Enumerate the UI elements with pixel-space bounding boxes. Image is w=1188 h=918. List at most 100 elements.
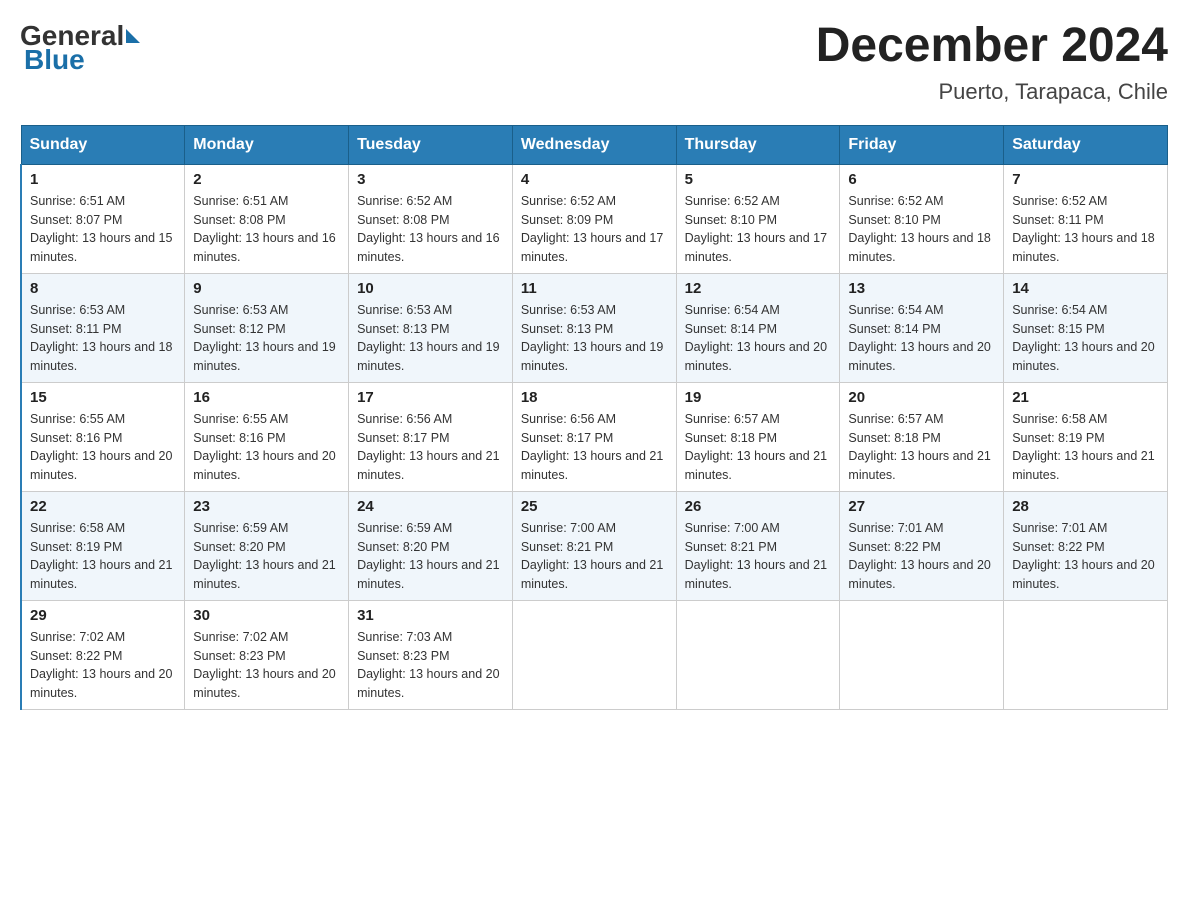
day-number: 25 (521, 498, 668, 515)
day-number: 31 (357, 607, 504, 624)
calendar-cell: 9 Sunrise: 6:53 AMSunset: 8:12 PMDayligh… (185, 273, 349, 382)
col-header-sunday: Sunday (21, 125, 185, 164)
day-info: Sunrise: 6:51 AMSunset: 8:08 PMDaylight:… (193, 192, 340, 267)
day-info: Sunrise: 6:52 AMSunset: 8:09 PMDaylight:… (521, 192, 668, 267)
day-number: 10 (357, 280, 504, 297)
day-info: Sunrise: 6:53 AMSunset: 8:11 PMDaylight:… (30, 301, 176, 376)
title-area: December 2024 Puerto, Tarapaca, Chile (816, 20, 1168, 105)
calendar-cell: 12 Sunrise: 6:54 AMSunset: 8:14 PMDaylig… (676, 273, 840, 382)
calendar-week-row: 29 Sunrise: 7:02 AMSunset: 8:22 PMDaylig… (21, 600, 1168, 709)
calendar-cell: 23 Sunrise: 6:59 AMSunset: 8:20 PMDaylig… (185, 491, 349, 600)
calendar-cell: 4 Sunrise: 6:52 AMSunset: 8:09 PMDayligh… (512, 164, 676, 273)
calendar-cell: 11 Sunrise: 6:53 AMSunset: 8:13 PMDaylig… (512, 273, 676, 382)
calendar-cell (1004, 600, 1168, 709)
calendar-cell: 22 Sunrise: 6:58 AMSunset: 8:19 PMDaylig… (21, 491, 185, 600)
day-info: Sunrise: 6:53 AMSunset: 8:13 PMDaylight:… (521, 301, 668, 376)
day-number: 3 (357, 171, 504, 188)
day-info: Sunrise: 6:59 AMSunset: 8:20 PMDaylight:… (193, 519, 340, 594)
calendar-cell: 13 Sunrise: 6:54 AMSunset: 8:14 PMDaylig… (840, 273, 1004, 382)
day-number: 12 (685, 280, 832, 297)
calendar-cell: 18 Sunrise: 6:56 AMSunset: 8:17 PMDaylig… (512, 382, 676, 491)
calendar-cell: 5 Sunrise: 6:52 AMSunset: 8:10 PMDayligh… (676, 164, 840, 273)
calendar-cell: 14 Sunrise: 6:54 AMSunset: 8:15 PMDaylig… (1004, 273, 1168, 382)
day-number: 4 (521, 171, 668, 188)
day-number: 6 (848, 171, 995, 188)
calendar-header-row: SundayMondayTuesdayWednesdayThursdayFrid… (21, 125, 1168, 164)
calendar-cell: 29 Sunrise: 7:02 AMSunset: 8:22 PMDaylig… (21, 600, 185, 709)
col-header-saturday: Saturday (1004, 125, 1168, 164)
day-number: 17 (357, 389, 504, 406)
day-info: Sunrise: 7:01 AMSunset: 8:22 PMDaylight:… (1012, 519, 1159, 594)
col-header-wednesday: Wednesday (512, 125, 676, 164)
day-info: Sunrise: 6:55 AMSunset: 8:16 PMDaylight:… (193, 410, 340, 485)
day-number: 2 (193, 171, 340, 188)
calendar-cell: 24 Sunrise: 6:59 AMSunset: 8:20 PMDaylig… (349, 491, 513, 600)
calendar-cell: 16 Sunrise: 6:55 AMSunset: 8:16 PMDaylig… (185, 382, 349, 491)
day-info: Sunrise: 7:00 AMSunset: 8:21 PMDaylight:… (685, 519, 832, 594)
day-info: Sunrise: 6:52 AMSunset: 8:10 PMDaylight:… (848, 192, 995, 267)
calendar-cell: 6 Sunrise: 6:52 AMSunset: 8:10 PMDayligh… (840, 164, 1004, 273)
day-info: Sunrise: 6:51 AMSunset: 8:07 PMDaylight:… (30, 192, 176, 267)
day-info: Sunrise: 6:56 AMSunset: 8:17 PMDaylight:… (357, 410, 504, 485)
day-number: 19 (685, 389, 832, 406)
logo-arrow-icon (126, 29, 140, 43)
calendar-cell: 2 Sunrise: 6:51 AMSunset: 8:08 PMDayligh… (185, 164, 349, 273)
day-number: 30 (193, 607, 340, 624)
location-text: Puerto, Tarapaca, Chile (816, 79, 1168, 105)
calendar-cell: 28 Sunrise: 7:01 AMSunset: 8:22 PMDaylig… (1004, 491, 1168, 600)
day-number: 14 (1012, 280, 1159, 297)
calendar-cell: 25 Sunrise: 7:00 AMSunset: 8:21 PMDaylig… (512, 491, 676, 600)
day-number: 16 (193, 389, 340, 406)
col-header-tuesday: Tuesday (349, 125, 513, 164)
day-info: Sunrise: 6:54 AMSunset: 8:14 PMDaylight:… (848, 301, 995, 376)
calendar-week-row: 8 Sunrise: 6:53 AMSunset: 8:11 PMDayligh… (21, 273, 1168, 382)
day-number: 24 (357, 498, 504, 515)
day-number: 21 (1012, 389, 1159, 406)
calendar-cell: 27 Sunrise: 7:01 AMSunset: 8:22 PMDaylig… (840, 491, 1004, 600)
logo: General Blue (20, 20, 142, 76)
day-number: 7 (1012, 171, 1159, 188)
calendar-cell: 19 Sunrise: 6:57 AMSunset: 8:18 PMDaylig… (676, 382, 840, 491)
calendar-week-row: 22 Sunrise: 6:58 AMSunset: 8:19 PMDaylig… (21, 491, 1168, 600)
logo-blue-text: Blue (24, 44, 85, 76)
page-header: General Blue December 2024 Puerto, Tarap… (20, 20, 1168, 105)
day-info: Sunrise: 7:00 AMSunset: 8:21 PMDaylight:… (521, 519, 668, 594)
day-info: Sunrise: 6:52 AMSunset: 8:10 PMDaylight:… (685, 192, 832, 267)
calendar-cell (512, 600, 676, 709)
day-number: 5 (685, 171, 832, 188)
calendar-cell: 3 Sunrise: 6:52 AMSunset: 8:08 PMDayligh… (349, 164, 513, 273)
calendar-cell: 20 Sunrise: 6:57 AMSunset: 8:18 PMDaylig… (840, 382, 1004, 491)
day-number: 28 (1012, 498, 1159, 515)
calendar-cell: 17 Sunrise: 6:56 AMSunset: 8:17 PMDaylig… (349, 382, 513, 491)
calendar-cell (840, 600, 1004, 709)
day-info: Sunrise: 6:53 AMSunset: 8:13 PMDaylight:… (357, 301, 504, 376)
col-header-thursday: Thursday (676, 125, 840, 164)
day-number: 8 (30, 280, 176, 297)
calendar-week-row: 15 Sunrise: 6:55 AMSunset: 8:16 PMDaylig… (21, 382, 1168, 491)
col-header-monday: Monday (185, 125, 349, 164)
col-header-friday: Friday (840, 125, 1004, 164)
day-info: Sunrise: 7:02 AMSunset: 8:23 PMDaylight:… (193, 628, 340, 703)
day-number: 15 (30, 389, 176, 406)
calendar-cell: 15 Sunrise: 6:55 AMSunset: 8:16 PMDaylig… (21, 382, 185, 491)
day-info: Sunrise: 6:57 AMSunset: 8:18 PMDaylight:… (848, 410, 995, 485)
day-number: 23 (193, 498, 340, 515)
day-info: Sunrise: 7:03 AMSunset: 8:23 PMDaylight:… (357, 628, 504, 703)
day-info: Sunrise: 6:54 AMSunset: 8:15 PMDaylight:… (1012, 301, 1159, 376)
day-number: 11 (521, 280, 668, 297)
day-info: Sunrise: 7:01 AMSunset: 8:22 PMDaylight:… (848, 519, 995, 594)
day-info: Sunrise: 6:54 AMSunset: 8:14 PMDaylight:… (685, 301, 832, 376)
day-info: Sunrise: 6:58 AMSunset: 8:19 PMDaylight:… (1012, 410, 1159, 485)
day-info: Sunrise: 6:57 AMSunset: 8:18 PMDaylight:… (685, 410, 832, 485)
day-number: 13 (848, 280, 995, 297)
day-info: Sunrise: 6:59 AMSunset: 8:20 PMDaylight:… (357, 519, 504, 594)
calendar-week-row: 1 Sunrise: 6:51 AMSunset: 8:07 PMDayligh… (21, 164, 1168, 273)
calendar-table: SundayMondayTuesdayWednesdayThursdayFrid… (20, 125, 1168, 710)
day-number: 26 (685, 498, 832, 515)
day-info: Sunrise: 6:56 AMSunset: 8:17 PMDaylight:… (521, 410, 668, 485)
day-info: Sunrise: 6:52 AMSunset: 8:11 PMDaylight:… (1012, 192, 1159, 267)
day-number: 22 (30, 498, 176, 515)
calendar-cell: 8 Sunrise: 6:53 AMSunset: 8:11 PMDayligh… (21, 273, 185, 382)
day-info: Sunrise: 6:55 AMSunset: 8:16 PMDaylight:… (30, 410, 176, 485)
day-info: Sunrise: 6:58 AMSunset: 8:19 PMDaylight:… (30, 519, 176, 594)
